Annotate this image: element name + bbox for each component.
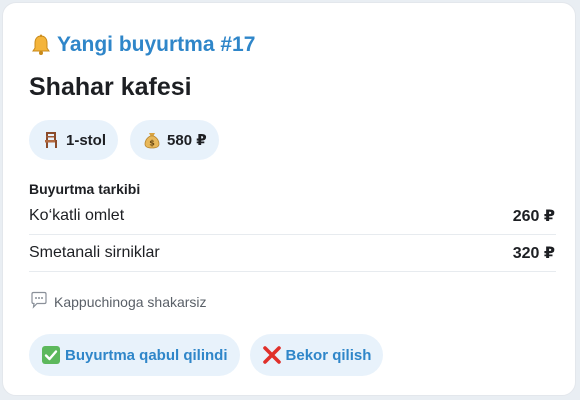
- cancel-order-label: Bekor qilish: [285, 346, 372, 364]
- total-chip: $ 580 ₽: [130, 120, 219, 160]
- accept-order-button[interactable]: Buyurtma qabul qilindi: [29, 334, 240, 376]
- order-note: Kappuchinoga shakarsiz: [30, 291, 207, 312]
- order-items-list: Ko‘katli omlet 260 ₽ Smetanali sirniklar…: [29, 198, 556, 272]
- list-item: Smetanali sirniklar 320 ₽: [29, 235, 556, 272]
- table-label: 1-stol: [66, 131, 107, 149]
- order-title: Yangi buyurtma #17: [57, 33, 256, 56]
- accept-order-label: Buyurtma qabul qilindi: [65, 346, 228, 364]
- order-card: Yangi buyurtma #17 Shahar kafesi 1-stol: [2, 2, 576, 396]
- item-price: 320 ₽: [512, 245, 555, 262]
- order-items-title: Buyurtma tarkibi: [29, 181, 141, 197]
- item-price: 260 ₽: [512, 208, 555, 225]
- chair-icon: [41, 130, 61, 150]
- order-chips: 1-stol $ 580 ₽: [29, 120, 219, 160]
- action-buttons: Buyurtma qabul qilindi Bekor qilish: [29, 334, 384, 376]
- table-chip: 1-stol: [29, 120, 119, 160]
- bell-icon: [29, 33, 53, 57]
- item-name: Ko‘katli omlet: [29, 207, 125, 224]
- check-mark-icon: [41, 345, 61, 365]
- money-bag-icon: $: [142, 130, 162, 150]
- total-label: 580 ₽: [167, 132, 207, 149]
- item-name: Smetanali sirniklar: [29, 244, 160, 261]
- order-header: Yangi buyurtma #17: [29, 33, 255, 57]
- note-text: Kappuchinoga shakarsiz: [54, 293, 207, 310]
- svg-text:$: $: [149, 139, 155, 148]
- speech-bubble-icon: [30, 291, 48, 312]
- list-item: Ko‘katli omlet 260 ₽: [29, 198, 556, 235]
- cafe-name: Shahar kafesi: [29, 73, 192, 101]
- cancel-order-button[interactable]: Bekor qilish: [249, 334, 384, 376]
- cross-mark-icon: [262, 345, 282, 365]
